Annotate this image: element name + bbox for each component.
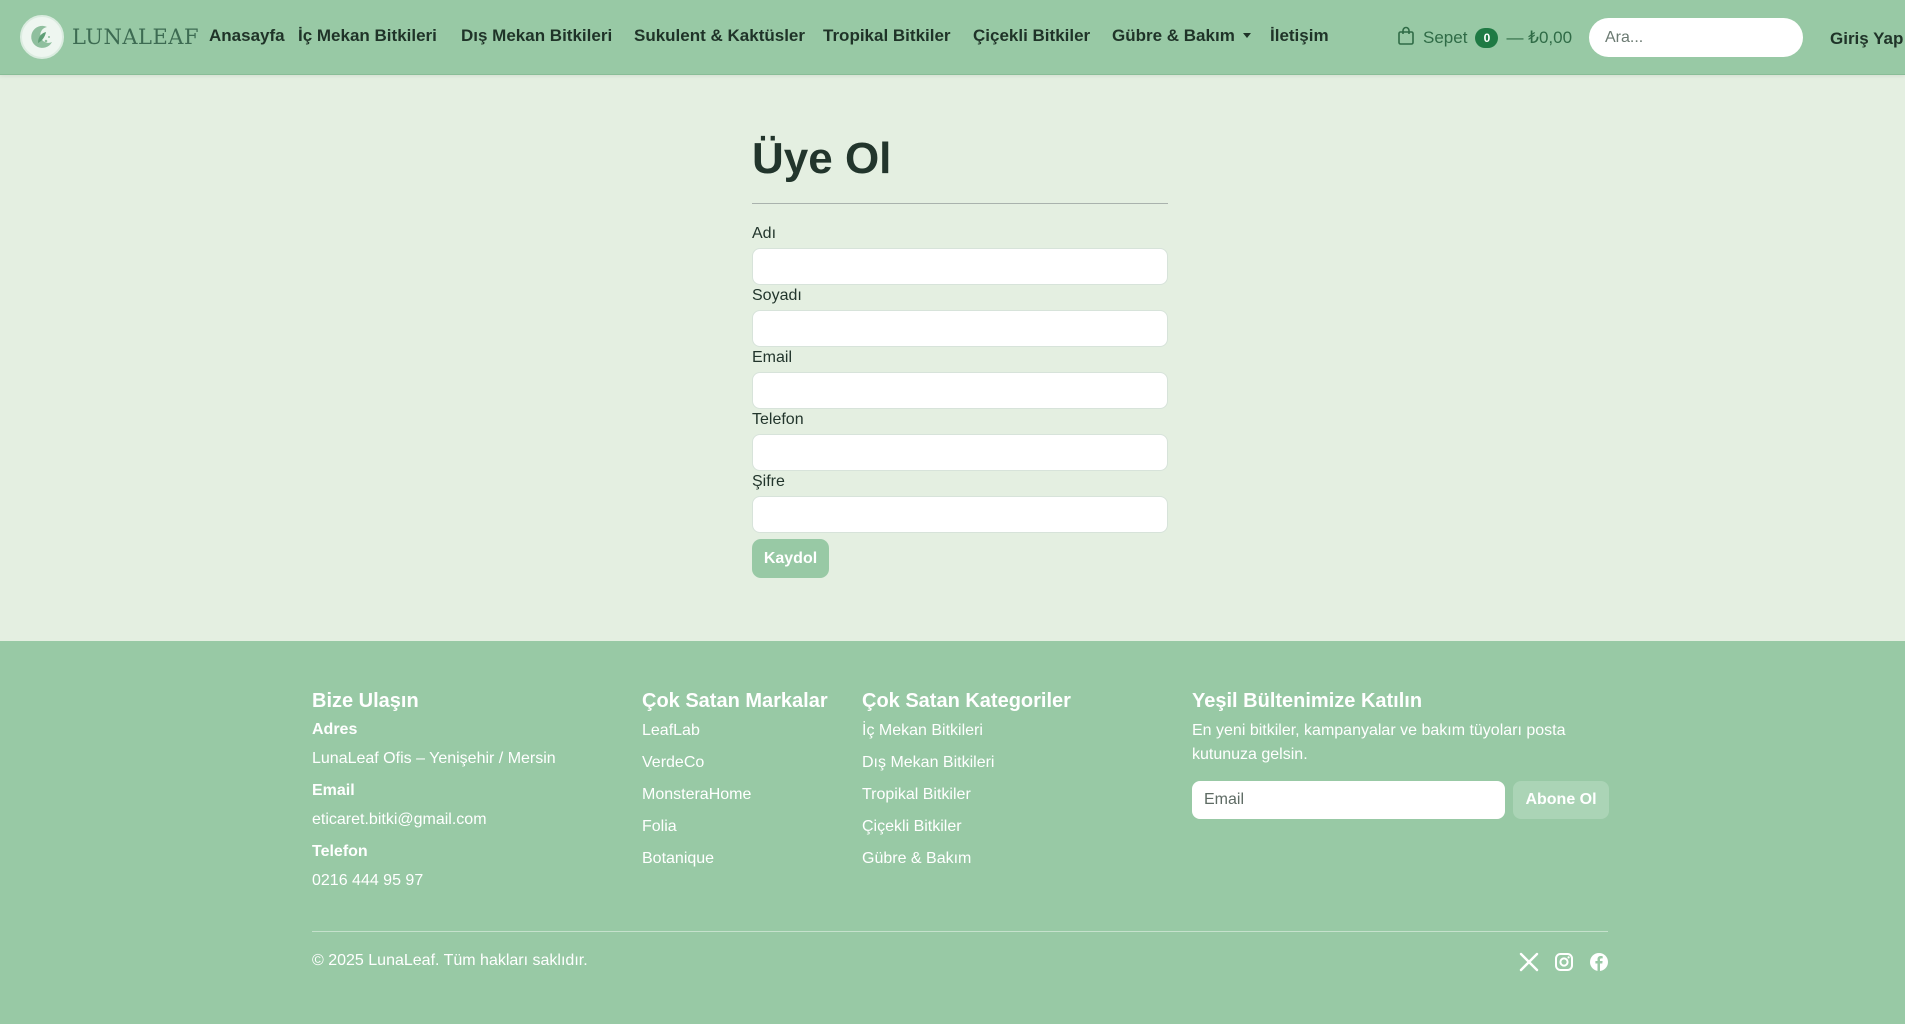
- first-name-group: Adı: [752, 223, 1168, 285]
- register-form: Üye Ol Adı Soyadı Email Telefon Şifre Ka…: [752, 133, 1168, 578]
- cart-link[interactable]: Sepet 0 — ₺0,00: [1397, 26, 1572, 50]
- footer-brand-link[interactable]: Folia: [642, 811, 828, 843]
- footer-categories-title: Çok Satan Kategoriler: [862, 690, 1071, 712]
- footer-category-link[interactable]: İç Mekan Bitkileri: [862, 715, 1071, 747]
- shopping-bag-icon: [1397, 26, 1415, 50]
- password-group: Şifre: [752, 471, 1168, 533]
- last-name-group: Soyadı: [752, 285, 1168, 347]
- page-title: Üye Ol: [752, 134, 892, 183]
- copyright-text: © 2025 LunaLeaf. Tüm hakları saklıdır.: [312, 952, 588, 969]
- footer-phone-value: 0216 444 95 97: [312, 872, 424, 889]
- nav-item-flowering-plants[interactable]: Çiçekli Bitkiler: [973, 26, 1090, 46]
- footer-category-link[interactable]: Gübre & Bakım: [862, 843, 1071, 875]
- main-navbar: LUNALEAF Anasayfa İç Mekan Bitkileri Dış…: [0, 0, 1905, 75]
- nav-item-outdoor-plants[interactable]: Dış Mekan Bitkileri: [461, 26, 612, 46]
- footer-email-value: eticaret.bitki@gmail.com: [312, 811, 487, 828]
- footer-brand-link[interactable]: LeafLab: [642, 715, 828, 747]
- login-link[interactable]: Giriş Yap: [1830, 29, 1903, 49]
- register-button[interactable]: Kaydol: [752, 539, 829, 578]
- newsletter-description: En yeni bitkiler, kampanyalar ve bakım t…: [1192, 722, 1566, 763]
- footer-brand-link[interactable]: VerdeCo: [642, 747, 828, 779]
- address-value: LunaLeaf Ofis – Yenişehir / Mersin: [312, 750, 556, 767]
- first-name-input[interactable]: [752, 248, 1168, 285]
- phone-input[interactable]: [752, 434, 1168, 471]
- footer-brand-link[interactable]: Botanique: [642, 843, 828, 875]
- nav-item-home[interactable]: Anasayfa: [209, 26, 285, 46]
- facebook-icon[interactable]: [1588, 951, 1610, 973]
- phone-label: Telefon: [752, 411, 804, 428]
- footer-contact-title: Bize Ulaşın: [312, 690, 419, 712]
- password-input[interactable]: [752, 496, 1168, 533]
- nav-item-contact[interactable]: İletişim: [1270, 26, 1329, 46]
- footer-phone-label: Telefon: [312, 843, 368, 860]
- password-label: Şifre: [752, 473, 785, 490]
- nav-item-succulents[interactable]: Sukulent & Kaktüsler: [634, 26, 805, 46]
- cart-total: — ₺0,00: [1506, 28, 1573, 47]
- newsletter-title: Yeşil Bültenimize Katılın: [1192, 690, 1423, 712]
- social-links: [1518, 951, 1610, 973]
- footer-divider: [312, 931, 1608, 932]
- footer-newsletter-column: Yeşil Bültenimize Katılın En yeni bitkil…: [1192, 689, 1609, 819]
- footer-category-link[interactable]: Tropikal Bitkiler: [862, 779, 1071, 811]
- address-label: Adres: [312, 721, 358, 738]
- cart-count-badge: 0: [1475, 28, 1499, 48]
- last-name-input[interactable]: [752, 310, 1168, 347]
- first-name-label: Adı: [752, 225, 777, 242]
- site-footer: Bize Ulaşın Adres LunaLeaf Ofis – Yenişe…: [0, 641, 1905, 1024]
- phone-group: Telefon: [752, 409, 1168, 471]
- instagram-icon[interactable]: [1553, 951, 1575, 973]
- email-group: Email: [752, 347, 1168, 409]
- search-input[interactable]: [1589, 18, 1803, 57]
- footer-email-label: Email: [312, 782, 355, 799]
- footer-category-link[interactable]: Çiçekli Bitkiler: [862, 811, 1071, 843]
- brand-name: LUNALEAF: [72, 25, 200, 49]
- newsletter-form: Abone Ol: [1192, 781, 1609, 819]
- nav-item-fertilizer-care-dropdown[interactable]: Gübre & Bakım: [1112, 26, 1251, 46]
- nav-item-tropical-plants[interactable]: Tropikal Bitkiler: [823, 26, 951, 46]
- x-icon[interactable]: [1518, 951, 1540, 973]
- footer-brand-link[interactable]: MonsteraHome: [642, 779, 828, 811]
- title-divider: [752, 203, 1168, 204]
- footer-category-link[interactable]: Dış Mekan Bitkileri: [862, 747, 1071, 779]
- footer-contact-column: Bize Ulaşın Adres LunaLeaf Ofis – Yenişe…: [312, 689, 556, 896]
- cart-label: Sepet: [1423, 28, 1468, 47]
- leaf-moon-logo-icon: [20, 15, 64, 59]
- nav-item-indoor-plants[interactable]: İç Mekan Bitkileri: [298, 26, 437, 46]
- footer-brands-column: Çok Satan Markalar LeafLab VerdeCo Monst…: [642, 689, 828, 875]
- subscribe-button[interactable]: Abone Ol: [1513, 781, 1609, 819]
- footer-brands-title: Çok Satan Markalar: [642, 690, 828, 712]
- email-input[interactable]: [752, 372, 1168, 409]
- caret-down-icon: [1242, 33, 1251, 38]
- footer-categories-column: Çok Satan Kategoriler İç Mekan Bitkileri…: [862, 689, 1071, 875]
- newsletter-email-input[interactable]: [1192, 781, 1505, 819]
- email-label: Email: [752, 349, 793, 366]
- brand-logo-link[interactable]: LUNALEAF: [20, 15, 199, 59]
- last-name-label: Soyadı: [752, 287, 802, 304]
- nav-item-fertilizer-care-label: Gübre & Bakım: [1112, 26, 1235, 45]
